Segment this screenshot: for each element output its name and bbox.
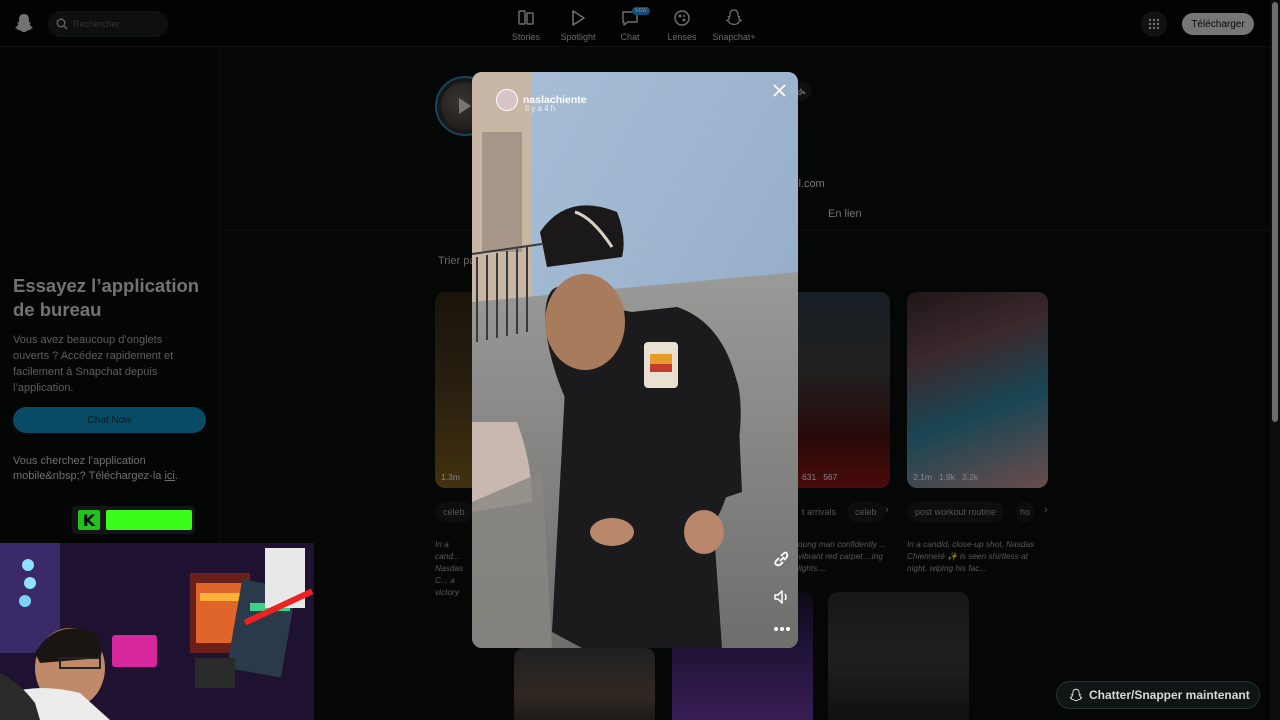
scrollbar-thumb[interactable] <box>1272 2 1278 422</box>
chat-snap-now-button[interactable]: Chatter/Snapper maintenant <box>1056 681 1260 709</box>
page-scrollbar[interactable] <box>1270 0 1280 720</box>
snapchat-ghost-icon <box>1069 688 1083 702</box>
author-avatar[interactable] <box>496 89 518 111</box>
kick-progress-bar <box>106 510 192 530</box>
chat-snap-label: Chatter/Snapper maintenant <box>1089 688 1250 702</box>
kick-overlay: K <box>72 506 195 534</box>
streamer-webcam <box>0 543 314 720</box>
volume-icon[interactable] <box>771 586 793 608</box>
app-root: il.com En lien Trier pa 1.3m celeb In a … <box>0 0 1280 720</box>
story-viewer[interactable]: naslachiente Il y a 4 h <box>472 72 798 648</box>
story-video-frame <box>472 72 798 648</box>
kick-logo-icon: K <box>78 510 100 530</box>
link-icon[interactable] <box>771 548 793 570</box>
webcam-feed <box>0 543 314 720</box>
more-options-icon[interactable] <box>771 618 793 640</box>
close-icon[interactable] <box>770 81 790 101</box>
story-timestamp: Il y a 4 h <box>525 104 556 113</box>
